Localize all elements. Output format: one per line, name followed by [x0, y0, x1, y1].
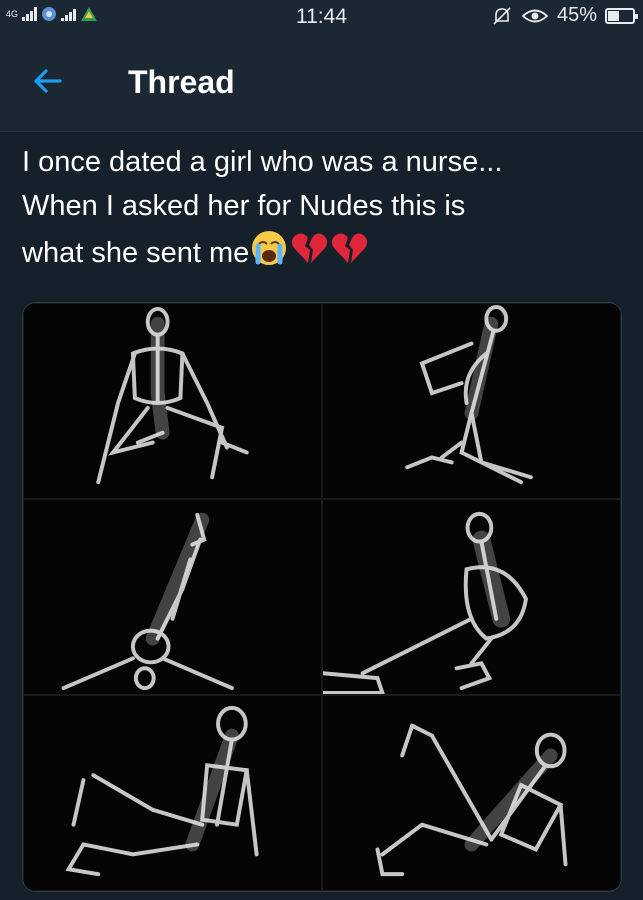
arrow-left-icon: [34, 69, 62, 93]
skeleton-leg-raised: [61, 512, 234, 691]
skeleton-seated-curled: [323, 511, 528, 694]
tweet-text: I once dated a girl who was a nurse... W…: [22, 140, 622, 281]
skeleton-kneeling-front: [96, 306, 249, 485]
xray-panel-4: [322, 499, 621, 695]
tweet-line-2: When I asked her for Nudes this is: [22, 190, 466, 222]
xray-panel-3: [23, 499, 322, 695]
tweet-line-3: what she sent me: [22, 228, 622, 281]
page-title: Thread: [128, 64, 235, 100]
tweet-line-1: I once dated a girl who was a nurse...: [22, 146, 503, 178]
thread-header: Thread: [0, 34, 643, 132]
status-right: 45%: [491, 4, 638, 27]
broken-heart-emoji: [289, 230, 329, 279]
xray-panel-5: [23, 695, 322, 891]
crying-face-emoji: [249, 228, 289, 281]
back-button[interactable]: [30, 64, 70, 104]
skeleton-reclining-left: [65, 705, 259, 877]
battery-percent: 45%: [556, 4, 597, 26]
skeleton-reclining-right: [375, 723, 568, 877]
xray-panel-6: [322, 695, 621, 891]
tweet-image[interactable]: [22, 302, 622, 892]
xray-panel-1: [23, 303, 322, 499]
battery-icon: [605, 7, 638, 24]
eye-icon: [521, 9, 549, 22]
xray-panel-2: [322, 303, 621, 499]
tweet-line-3-text: what she sent me: [22, 237, 250, 270]
status-bar: 4G 11:44 45%: [0, 0, 643, 34]
skeleton-kneeling-side: [405, 304, 533, 485]
bell-off-icon: [493, 6, 511, 25]
xray-grid: [23, 303, 621, 891]
broken-heart-emoji-2: [329, 230, 369, 279]
